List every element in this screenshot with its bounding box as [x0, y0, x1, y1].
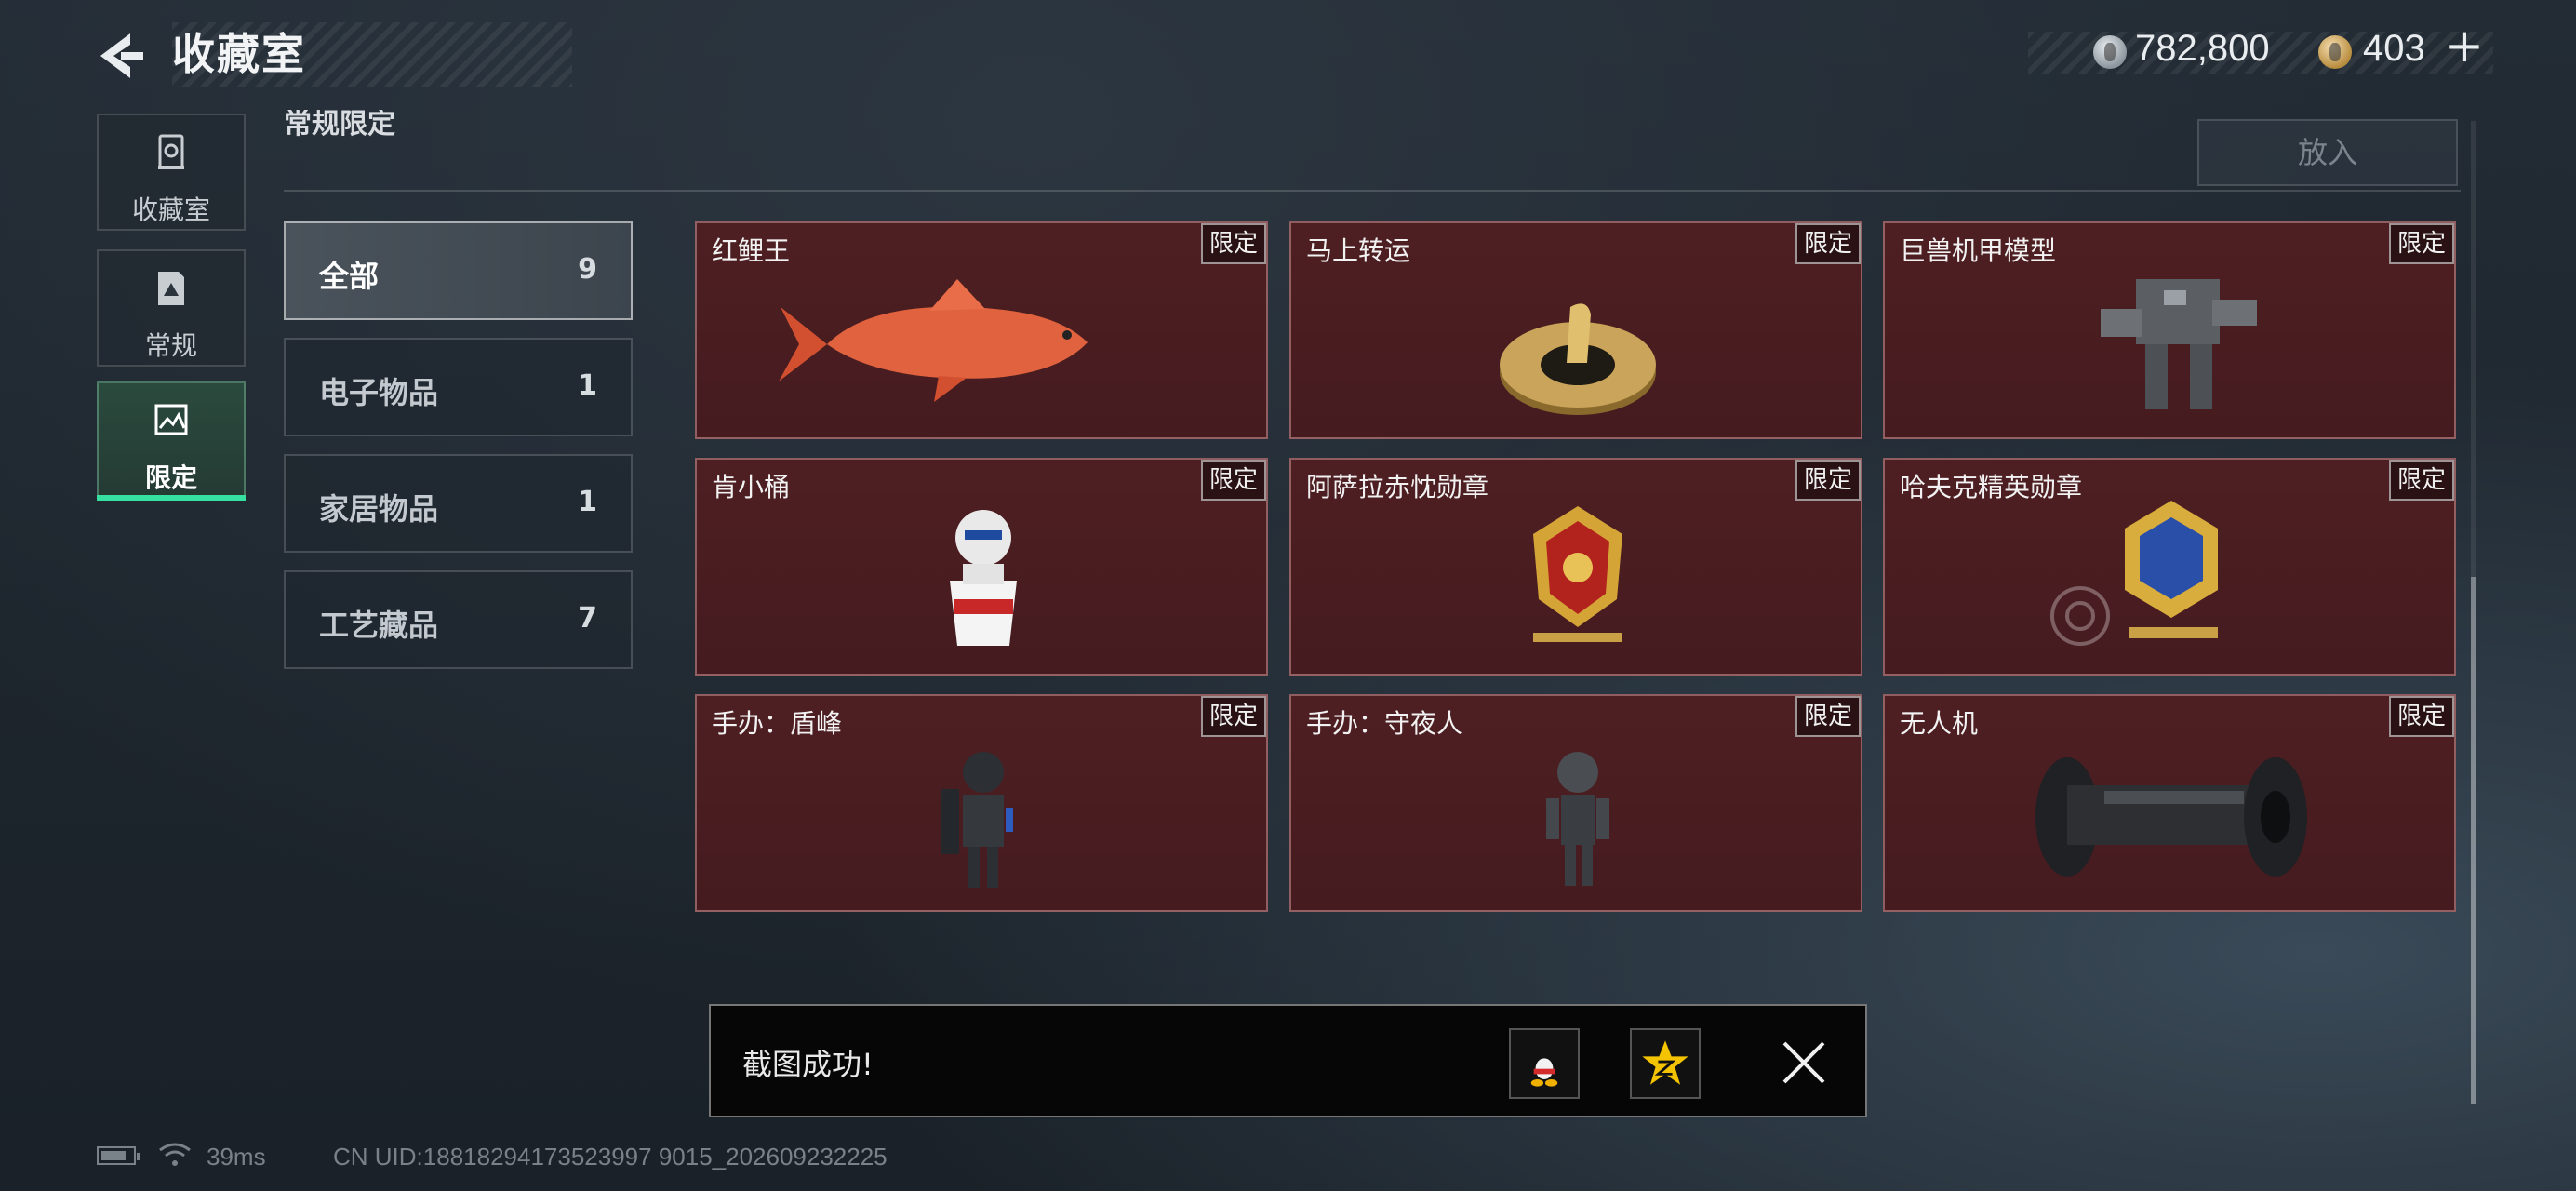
ping-readout: 39ms — [207, 1143, 266, 1171]
share-qzone-button[interactable] — [1630, 1028, 1701, 1099]
category-name: 全部 — [319, 259, 380, 294]
category-count: 9 — [578, 253, 597, 286]
nav-tab-label: 常规 — [144, 330, 197, 361]
item-card-kfc-bucket[interactable]: 肯小桶 限定 — [695, 458, 1268, 676]
image-icon — [154, 404, 188, 435]
category-count: 1 — [578, 486, 597, 518]
item-card-mech-model[interactable]: 巨兽机甲模型 限定 — [1883, 221, 2456, 439]
item-name: 肯小桶 — [712, 472, 791, 502]
close-icon[interactable] — [1781, 1039, 1827, 1086]
item-card-drone[interactable]: 无人机 限定 — [1883, 694, 2456, 912]
page-title: 收藏室 — [172, 29, 306, 79]
item-card-asala-medal[interactable]: 阿萨拉赤忱勋章 限定 — [1289, 458, 1862, 676]
divider — [284, 190, 2461, 192]
limited-badge: 限定 — [2389, 223, 2454, 264]
category-count: 1 — [578, 369, 597, 402]
item-name: 巨兽机甲模型 — [1900, 235, 2057, 266]
gold-balance: 403 — [2363, 28, 2425, 69]
document-icon — [158, 272, 184, 305]
uid-readout: CN UID:18818294173523997 9015_2026092322… — [333, 1143, 888, 1171]
add-currency-button[interactable]: + — [2445, 22, 2484, 69]
shield-soldier-figure-icon — [941, 752, 1013, 888]
wifi-icon — [159, 1143, 191, 1166]
category-all[interactable]: 全部 9 — [284, 221, 633, 320]
item-card-shield-figure[interactable]: 手办：盾峰 限定 — [695, 694, 1268, 912]
limited-badge: 限定 — [1795, 696, 1861, 737]
limited-badge: 限定 — [2389, 460, 2454, 501]
item-card-night-watcher[interactable]: 手办：守夜人 限定 — [1289, 694, 1862, 912]
category-name: 家居物品 — [319, 491, 439, 527]
category-name: 工艺藏品 — [319, 608, 439, 643]
penguin-icon — [1529, 1047, 1559, 1087]
active-tab-indicator — [97, 495, 246, 501]
item-name: 哈夫克精英勋章 — [1900, 472, 2083, 502]
section-title: 常规限定 — [284, 110, 395, 141]
nav-tab-regular[interactable]: 常规 — [97, 249, 246, 367]
golden-horse-coin-icon — [1500, 303, 1656, 415]
nav-tab-limited[interactable]: 限定 — [97, 381, 246, 499]
category-count: 7 — [578, 602, 597, 635]
item-name: 马上转运 — [1306, 235, 1411, 266]
gold-coin-icon — [2318, 35, 2352, 69]
category-crafts[interactable]: 工艺藏品 7 — [284, 570, 633, 669]
nav-tab-vault[interactable]: 收藏室 — [97, 114, 246, 231]
night-watcher-figure-icon — [1546, 752, 1609, 886]
nav-tab-label: 限定 — [144, 462, 197, 493]
back-arrow-icon[interactable] — [93, 28, 149, 84]
limited-badge: 限定 — [1795, 460, 1861, 501]
battery-icon — [97, 1146, 140, 1165]
screenshot-toast: 截图成功! — [709, 1004, 1867, 1117]
category-name: 电子物品 — [319, 375, 439, 410]
item-name: 手办：盾峰 — [712, 708, 843, 739]
silver-coin-icon — [2093, 35, 2127, 69]
kfc-bucket-figure-icon — [950, 510, 1017, 646]
limited-badge: 限定 — [1795, 223, 1861, 264]
item-card-haavk-medal[interactable]: 哈夫克精英勋章 限定 — [1883, 458, 2456, 676]
share-qq-button[interactable] — [1509, 1028, 1580, 1099]
item-name: 手办：守夜人 — [1306, 708, 1463, 739]
category-household[interactable]: 家居物品 1 — [284, 454, 633, 553]
red-medal-icon — [1533, 506, 1622, 642]
item-name: 阿萨拉赤忱勋章 — [1306, 472, 1489, 502]
toast-message: 截图成功! — [742, 1047, 874, 1082]
silver-balance: 782,800 — [2135, 28, 2270, 69]
item-card-red-carp[interactable]: 红鲤王 限定 — [695, 221, 1268, 439]
nav-tab-label: 收藏室 — [131, 194, 210, 225]
blue-medal-icon — [2050, 501, 2218, 646]
vault-icon — [158, 134, 184, 169]
red-carp-icon — [779, 279, 1088, 402]
limited-badge: 限定 — [2389, 696, 2454, 737]
limited-badge: 限定 — [1201, 460, 1266, 501]
mech-model-icon — [2101, 279, 2257, 409]
item-name: 红鲤王 — [712, 235, 791, 266]
item-name: 无人机 — [1900, 708, 1979, 739]
limited-badge: 限定 — [1201, 696, 1266, 737]
star-icon — [1642, 1040, 1688, 1085]
item-card-lucky-horse[interactable]: 马上转运 限定 — [1289, 221, 1862, 439]
limited-badge: 限定 — [1201, 223, 1266, 264]
put-in-button[interactable]: 放入 — [2197, 119, 2458, 186]
category-electronics[interactable]: 电子物品 1 — [284, 338, 633, 436]
scrollbar-thumb[interactable] — [2471, 577, 2476, 1104]
drone-icon — [2035, 757, 2307, 877]
